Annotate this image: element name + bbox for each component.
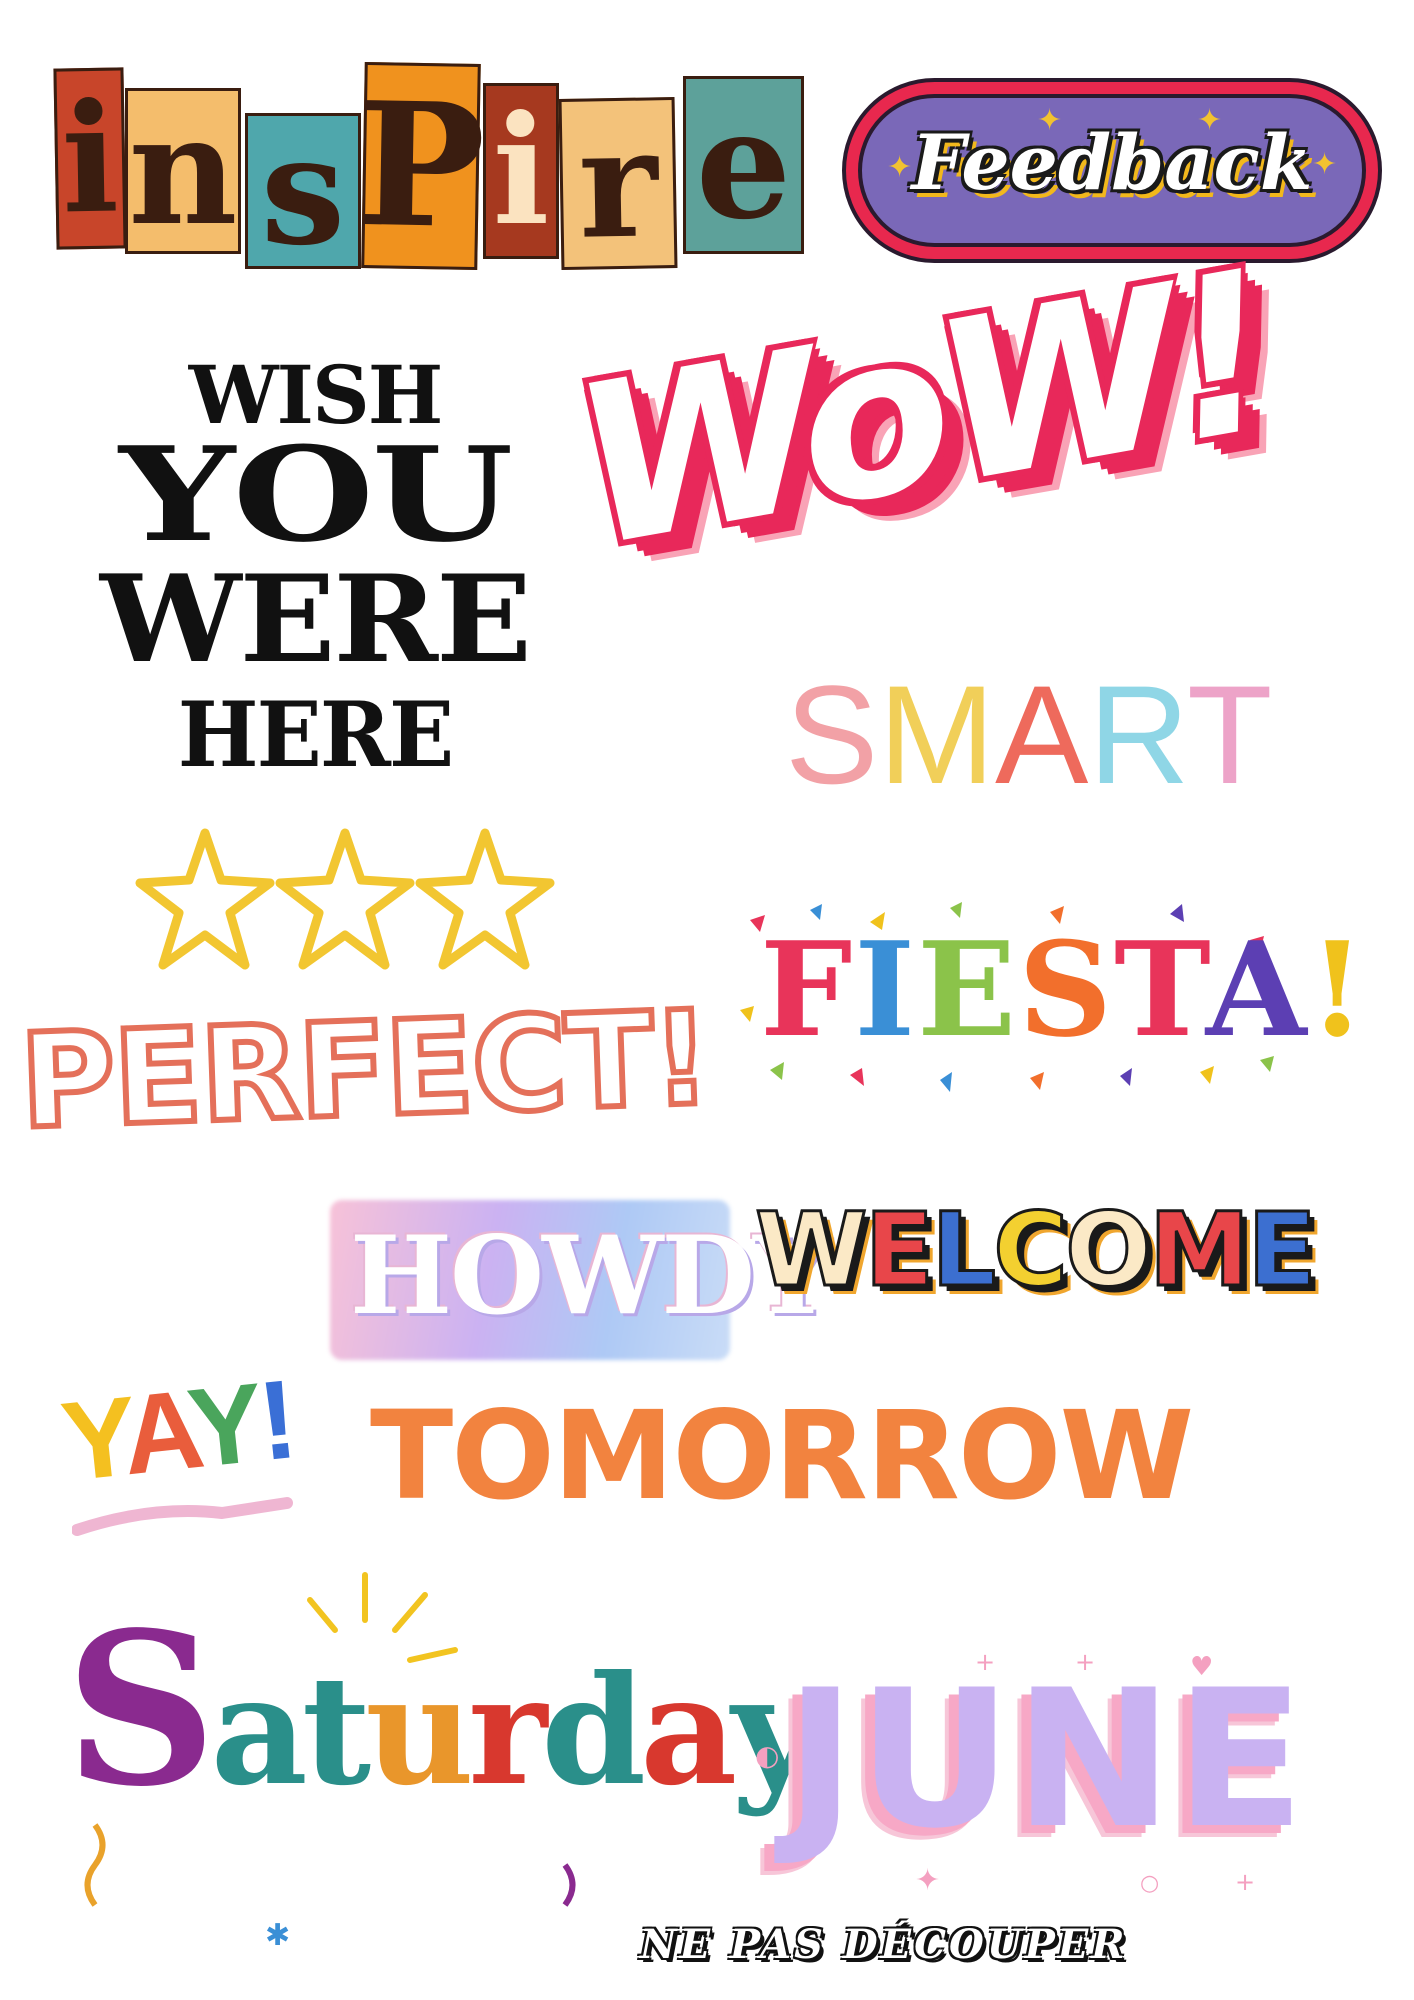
inspire-letter: s <box>260 103 346 279</box>
yay-sticker: YAY! <box>56 1356 337 1540</box>
inspire-sticker: i n s P i r e <box>53 58 815 283</box>
saturday-letter: a <box>640 1643 737 1819</box>
wow-text: WoW! <box>558 223 1285 597</box>
three-stars-doodle <box>135 828 555 970</box>
wish-line-3: WERE <box>100 549 532 690</box>
perfect-sticker: PERFECT! <box>15 979 715 1175</box>
do-not-cut-footer: NE PAS DÉCOUPER <box>640 1925 1370 1980</box>
smart-letter: T <box>1186 656 1273 813</box>
tomorrow-text: TOMORROW <box>370 1385 1194 1527</box>
fiesta-letter: T <box>1114 913 1206 1066</box>
saturday-letter: u <box>365 1643 474 1819</box>
welcome-letter: C <box>992 1191 1070 1310</box>
inspire-letter-tile: r <box>558 94 678 273</box>
fiesta-sticker: FIESTA! <box>730 900 1366 1100</box>
inspire-letter: i <box>492 83 550 259</box>
fiesta-letter: A <box>1205 913 1309 1066</box>
asterisk-icon: ✱ <box>265 1918 290 1953</box>
saturday-letter: S <box>65 1586 217 1833</box>
planet-icon: ◐ <box>755 1739 779 1772</box>
welcome-letter: O <box>1064 1191 1154 1310</box>
inspire-letter: n <box>128 83 238 259</box>
inspire-letter-tile: i <box>53 67 127 250</box>
inspire-letter-tile: n <box>125 88 241 254</box>
inspire-letter-tile: i <box>483 83 559 259</box>
star-icon <box>275 828 415 970</box>
inspire-letter: P <box>355 64 487 268</box>
saturday-sticker: ✱ Saturday <box>65 1565 819 1985</box>
welcome-letter: L <box>930 1191 998 1310</box>
welcome-letter: E <box>863 1191 936 1310</box>
footer-text: NE PAS DÉCOUPER <box>640 1921 1128 1968</box>
welcome-letter: E <box>1246 1191 1319 1310</box>
howdy-sticker: HOWDY <box>330 1200 830 1360</box>
inspire-letter: e <box>695 77 792 253</box>
fiesta-letter: S <box>1018 913 1115 1066</box>
wow-sticker: WoW! <box>558 224 1285 630</box>
inspire-letter-tile: P <box>355 62 487 270</box>
fiesta-letter: ! <box>1308 913 1368 1066</box>
welcome-text: WELCOME <box>754 1198 1319 1303</box>
saturday-text: Saturday <box>65 1605 819 1815</box>
saturday-letter: r <box>468 1643 547 1819</box>
smart-letter: S <box>785 656 879 813</box>
fiesta-letter: E <box>917 913 1019 1066</box>
inspire-letter: i <box>59 70 121 247</box>
inspire-letter-tile: e <box>683 76 804 254</box>
tomorrow-sticker: TOMORROW <box>370 1395 1315 1545</box>
yay-letter: Y <box>182 1359 266 1492</box>
june-sticker: ◐ + + ♥ ✦ ○ + JUNE <box>745 1645 1320 1895</box>
plus-icon: + <box>1235 1868 1255 1895</box>
smart-letter: A <box>995 656 1089 813</box>
welcome-sticker: WELCOME <box>754 1190 1319 1335</box>
june-text: JUNE <box>785 1649 1307 1870</box>
yay-underline-squiggle <box>72 1497 293 1536</box>
smart-letter: M <box>878 656 996 813</box>
saturday-letter: a <box>210 1643 308 1819</box>
inspire-letter-tile: s <box>245 113 361 269</box>
saturday-letter: d <box>541 1643 646 1819</box>
wish-line-4: HERE <box>177 682 454 788</box>
wish-line-2: YOU <box>119 418 513 571</box>
yay-text: YAY! <box>56 1356 299 1504</box>
fiesta-letter: F <box>760 913 855 1066</box>
perfect-text: PERFECT! <box>15 979 715 1161</box>
smart-sticker: SMART <box>785 665 1345 820</box>
welcome-letter: M <box>1147 1191 1251 1310</box>
ring-icon: ○ <box>1140 1871 1159 1895</box>
fiesta-text: FIESTA! <box>760 925 1368 1055</box>
inspire-letter: r <box>576 94 660 273</box>
feedback-text: Feedback <box>911 118 1313 207</box>
feedback-sticker: ✦ ✦ ✦ ✦ Feedback <box>842 78 1382 263</box>
wish-you-were-here-sticker: WISH YOU WERE HERE <box>95 345 535 815</box>
fiesta-letter: I <box>854 913 918 1066</box>
star-icon <box>135 828 275 970</box>
smart-letter: R <box>1088 656 1187 813</box>
saturday-letter: t <box>301 1643 371 1819</box>
star-icon <box>415 828 555 970</box>
welcome-letter: W <box>754 1191 869 1310</box>
